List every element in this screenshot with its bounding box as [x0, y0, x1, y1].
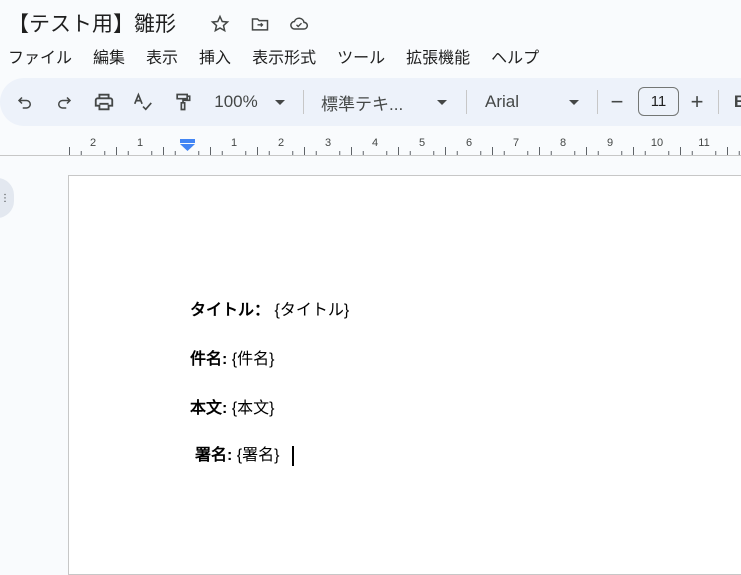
caret-down-icon [437, 99, 447, 105]
menu-format[interactable]: 表示形式 [252, 44, 316, 68]
ruler-label: 6 [466, 137, 472, 149]
document-title[interactable]: 【テスト用】雛形 [8, 8, 176, 38]
ruler-label: 7 [513, 137, 519, 149]
bold-icon[interactable]: B [732, 78, 741, 126]
field-label: タイトル： [190, 302, 271, 319]
ruler-label: 2 [278, 137, 284, 149]
star-icon[interactable] [208, 12, 232, 36]
ruler-label: 10 [651, 137, 663, 149]
menu-extensions[interactable]: 拡張機能 [406, 44, 470, 68]
field-label: 本文: [190, 400, 228, 417]
ruler-label: 1 [137, 137, 143, 149]
menu-bar: ファイル 編集 表示 挿入 表示形式 ツール 拡張機能 ヘルプ [8, 44, 560, 68]
divider [597, 90, 598, 114]
ruler-label: 2 [90, 137, 96, 149]
body-line-subject[interactable]: 件名: {件名} [190, 345, 275, 369]
font-dropdown[interactable] [566, 78, 582, 126]
ruler-label: 1 [231, 137, 237, 149]
menu-edit[interactable]: 編集 [93, 44, 125, 68]
menu-file[interactable]: ファイル [8, 44, 72, 68]
increase-font-size-button[interactable]: + [686, 78, 708, 126]
font-size-input[interactable]: 11 [638, 87, 679, 116]
document-page[interactable] [68, 175, 741, 575]
field-value: {本文} [231, 400, 275, 417]
font-select[interactable]: Arial [485, 78, 545, 126]
decrease-font-size-button[interactable]: − [606, 78, 628, 126]
toolbar: 100% 標準テキ... Arial − 11 + B [0, 78, 741, 126]
menu-insert[interactable]: 挿入 [199, 44, 231, 68]
body-line-title[interactable]: タイトル： {タイトル} [190, 296, 349, 320]
field-value: {署名} [236, 447, 280, 464]
redo-icon[interactable] [51, 78, 77, 126]
ruler-label: 4 [372, 137, 378, 149]
divider [303, 90, 304, 114]
menu-help[interactable]: ヘルプ [491, 44, 539, 68]
field-value: {件名} [231, 351, 275, 368]
move-folder-icon[interactable] [248, 12, 272, 36]
divider [466, 90, 467, 114]
field-label: 件名: [190, 351, 228, 368]
menu-dots-icon: ⋮ [0, 193, 10, 204]
cloud-saved-icon[interactable] [287, 12, 311, 36]
zoom-dropdown[interactable] [272, 78, 288, 126]
ruler-label: 8 [560, 137, 566, 149]
body-line-body[interactable]: 本文: {本文} [190, 394, 275, 418]
undo-icon[interactable] [12, 78, 38, 126]
body-line-signature[interactable]: 署名: {署名} [195, 441, 294, 466]
field-value: {タイトル} [274, 302, 350, 319]
indent-marker-icon[interactable] [180, 139, 195, 157]
menu-tools[interactable]: ツール [337, 44, 385, 68]
ruler-label: 11 [698, 137, 709, 149]
zoom-value[interactable]: 100% [210, 78, 262, 126]
print-icon[interactable] [90, 78, 118, 126]
style-dropdown[interactable] [434, 78, 450, 126]
menu-view[interactable]: 表示 [146, 44, 178, 68]
style-select[interactable]: 標準テキ... [321, 78, 421, 126]
ruler-label: 3 [325, 137, 331, 149]
ruler[interactable]: 2 1 1 2 3 4 5 6 7 8 9 10 11 [0, 130, 741, 156]
caret-down-icon [275, 99, 285, 105]
spellcheck-icon[interactable] [130, 78, 156, 126]
field-label: 署名: [195, 447, 233, 464]
ruler-label: 5 [419, 137, 425, 149]
caret-down-icon [569, 99, 579, 105]
divider [718, 90, 719, 114]
paint-format-icon[interactable] [170, 78, 196, 126]
ruler-label: 9 [607, 137, 613, 149]
text-cursor [291, 445, 294, 466]
